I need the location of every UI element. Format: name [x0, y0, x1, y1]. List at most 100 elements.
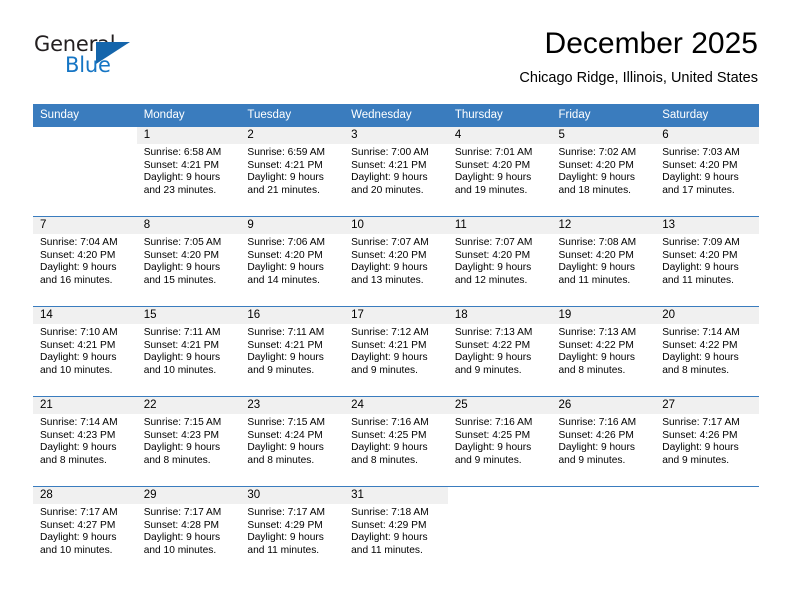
- day-cell-inner: [551, 487, 656, 576]
- calendar-week-row: 21 Sunrise: 7:14 AM Sunset: 4:23 PM Dayligh…: [33, 396, 759, 487]
- calendar-day-cell[interactable]: 13 Sunrise: 7:09 AM Sunset: 4:20 PM Dayligh…: [655, 216, 759, 307]
- daylight-text-line2: and 23 minutes.: [143, 184, 217, 196]
- day-cell-inner: 30 Sunrise: 7:17 AM Sunset: 4:29 PM Dayligh…: [240, 487, 345, 576]
- calendar-day-cell[interactable]: 20 Sunrise: 7:14 AM Sunset: 4:22 PM Dayligh…: [655, 306, 759, 397]
- calendar-day-cell[interactable]: 27 Sunrise: 7:17 AM Sunset: 4:26 PM Dayligh…: [655, 396, 759, 487]
- calendar-day-cell[interactable]: 7 Sunrise: 7:04 AM Sunset: 4:20 PM Daylight…: [33, 216, 137, 307]
- daylight-text-line1: Daylight: 9 hours: [454, 352, 532, 364]
- daylight-text-line2: and 12 minutes.: [454, 274, 528, 286]
- day-details: Sunrise: 7:05 AM Sunset: 4:20 PM Daylight:…: [137, 234, 241, 287]
- day-number: 6: [655, 127, 759, 144]
- daylight-text-line1: Daylight: 9 hours: [40, 352, 117, 364]
- general-blue-logo[interactable]: General Blue: [34, 32, 152, 90]
- calendar-day-cell[interactable]: 5 Sunrise: 7:02 AM Sunset: 4:20 PM Daylight…: [551, 127, 656, 217]
- daylight-text-line2: and 21 minutes.: [247, 184, 320, 196]
- sunrise-text: Sunrise: 7:10 AM: [40, 327, 118, 338]
- sunrise-text: Sunrise: 7:15 AM: [143, 417, 222, 428]
- day-cell-inner: 17 Sunrise: 7:12 AM Sunset: 4:21 PM Dayligh…: [344, 307, 448, 396]
- daylight-text-line2: and 9 minutes.: [662, 454, 730, 466]
- calendar-day-cell[interactable]: 30 Sunrise: 7:17 AM Sunset: 4:29 PM Dayligh…: [240, 486, 345, 576]
- calendar-day-cell[interactable]: 31 Sunrise: 7:18 AM Sunset: 4:29 PM Dayligh…: [344, 486, 448, 576]
- daylight-text-line2: and 9 minutes.: [351, 364, 418, 376]
- calendar-day-cell[interactable]: 16 Sunrise: 7:11 AM Sunset: 4:21 PM Dayligh…: [240, 306, 345, 397]
- calendar-day-cell[interactable]: 3 Sunrise: 7:00 AM Sunset: 4:21 PM Daylight…: [344, 127, 448, 217]
- day-number: 25: [447, 397, 552, 414]
- calendar-day-cell[interactable]: 24 Sunrise: 7:16 AM Sunset: 4:25 PM Dayligh…: [344, 396, 448, 487]
- calendar-head: Sunday Monday Tuesday Wednesday Thursday…: [33, 104, 759, 127]
- daylight-text-line2: and 8 minutes.: [143, 454, 211, 466]
- day-details: Sunrise: 7:17 AM Sunset: 4:27 PM Daylight:…: [33, 504, 137, 557]
- daylight-text-line2: and 14 minutes.: [247, 274, 320, 286]
- calendar-day-cell[interactable]: 18 Sunrise: 7:13 AM Sunset: 4:22 PM Dayligh…: [447, 306, 552, 397]
- daylight-text-line2: and 20 minutes.: [351, 184, 424, 196]
- day-number: 3: [344, 127, 448, 144]
- calendar-day-cell[interactable]: 28 Sunrise: 7:17 AM Sunset: 4:27 PM Dayligh…: [33, 486, 137, 576]
- calendar-day-cell[interactable]: 2 Sunrise: 6:59 AM Sunset: 4:21 PM Daylight…: [240, 127, 345, 217]
- daylight-text-line2: and 11 minutes.: [247, 544, 320, 556]
- calendar-day-cell[interactable]: 10 Sunrise: 7:07 AM Sunset: 4:20 PM Dayligh…: [344, 216, 448, 307]
- calendar-day-cell[interactable]: 6 Sunrise: 7:03 AM Sunset: 4:20 PM Daylight…: [655, 127, 759, 217]
- calendar-day-cell[interactable]: 23 Sunrise: 7:15 AM Sunset: 4:24 PM Dayligh…: [240, 396, 345, 487]
- day-details: Sunrise: 7:04 AM Sunset: 4:20 PM Daylight:…: [33, 234, 137, 287]
- calendar-day-cell[interactable]: 15 Sunrise: 7:11 AM Sunset: 4:21 PM Dayligh…: [136, 306, 241, 397]
- sunset-text: Sunset: 4:20 PM: [143, 249, 220, 261]
- day-cell-inner: 16 Sunrise: 7:11 AM Sunset: 4:21 PM Dayligh…: [240, 307, 345, 396]
- sunrise-text: Sunrise: 7:11 AM: [247, 327, 325, 338]
- day-number: 2: [240, 127, 345, 144]
- sunrise-text: Sunrise: 7:09 AM: [662, 237, 740, 248]
- sunset-text: Sunset: 4:20 PM: [662, 249, 738, 261]
- calendar-day-cell[interactable]: 17 Sunrise: 7:12 AM Sunset: 4:21 PM Dayligh…: [344, 306, 448, 397]
- daylight-text-line1: Daylight: 9 hours: [351, 262, 428, 274]
- calendar-day-cell[interactable]: 8 Sunrise: 7:05 AM Sunset: 4:20 PM Daylight…: [136, 216, 241, 307]
- sunset-text: Sunset: 4:20 PM: [558, 249, 634, 261]
- daylight-text-line2: and 15 minutes.: [143, 274, 217, 286]
- day-cell-inner: 5 Sunrise: 7:02 AM Sunset: 4:20 PM Daylight…: [551, 127, 656, 216]
- day-details: Sunrise: 7:01 AM Sunset: 4:20 PM Daylight:…: [448, 144, 552, 197]
- daylight-text-line1: Daylight: 9 hours: [662, 262, 739, 274]
- daylight-text-line2: and 9 minutes.: [454, 364, 522, 376]
- daylight-text-line2: and 8 minutes.: [662, 364, 730, 376]
- day-cell-inner: [33, 127, 137, 216]
- daylight-text-line2: and 11 minutes.: [662, 274, 734, 286]
- day-number: 26: [551, 397, 656, 414]
- calendar-page: General Blue December 2025 Chicago Ridge…: [0, 0, 792, 612]
- calendar-day-cell[interactable]: 26 Sunrise: 7:16 AM Sunset: 4:26 PM Dayligh…: [551, 396, 656, 487]
- calendar-day-cell[interactable]: 11 Sunrise: 7:07 AM Sunset: 4:20 PM Dayligh…: [447, 216, 552, 307]
- sunset-text: Sunset: 4:21 PM: [40, 339, 116, 351]
- daylight-text-line2: and 19 minutes.: [454, 184, 528, 196]
- calendar-day-cell[interactable]: 19 Sunrise: 7:13 AM Sunset: 4:22 PM Dayligh…: [551, 306, 656, 397]
- sunrise-text: Sunrise: 7:13 AM: [454, 327, 533, 338]
- day-number: 10: [344, 217, 448, 234]
- sunrise-text: Sunrise: 7:08 AM: [558, 237, 637, 248]
- sunset-text: Sunset: 4:21 PM: [143, 159, 220, 171]
- sunset-text: Sunset: 4:20 PM: [662, 159, 738, 171]
- day-number: 1: [136, 127, 241, 144]
- sunset-text: Sunset: 4:20 PM: [558, 159, 634, 171]
- daylight-text-line1: Daylight: 9 hours: [454, 442, 532, 454]
- calendar-day-cell[interactable]: 14 Sunrise: 7:10 AM Sunset: 4:21 PM Dayligh…: [33, 306, 137, 397]
- day-number: 19: [551, 307, 656, 324]
- day-number: [655, 487, 759, 504]
- day-cell-inner: 15 Sunrise: 7:11 AM Sunset: 4:21 PM Dayligh…: [136, 307, 241, 396]
- calendar-day-cell[interactable]: 29 Sunrise: 7:17 AM Sunset: 4:28 PM Dayligh…: [136, 486, 241, 576]
- calendar-day-cell[interactable]: 9 Sunrise: 7:06 AM Sunset: 4:20 PM Daylight…: [240, 216, 345, 307]
- calendar-day-cell-empty: [551, 486, 656, 576]
- day-cell-inner: 26 Sunrise: 7:16 AM Sunset: 4:26 PM Dayligh…: [551, 397, 656, 486]
- calendar-day-cell[interactable]: 22 Sunrise: 7:15 AM Sunset: 4:23 PM Dayligh…: [136, 396, 241, 487]
- day-number: 23: [240, 397, 345, 414]
- calendar-day-cell[interactable]: 1 Sunrise: 6:58 AM Sunset: 4:21 PM Daylight…: [136, 127, 241, 217]
- daylight-text-line1: Daylight: 9 hours: [143, 172, 221, 184]
- calendar-day-cell[interactable]: 25 Sunrise: 7:16 AM Sunset: 4:25 PM Dayligh…: [447, 396, 552, 487]
- day-details: Sunrise: 7:14 AM Sunset: 4:23 PM Daylight:…: [33, 414, 137, 467]
- day-cell-inner: 18 Sunrise: 7:13 AM Sunset: 4:22 PM Dayligh…: [447, 307, 552, 396]
- day-details: Sunrise: 7:00 AM Sunset: 4:21 PM Daylight:…: [344, 144, 448, 197]
- sunrise-text: Sunrise: 7:03 AM: [662, 147, 740, 158]
- calendar-day-cell[interactable]: 21 Sunrise: 7:14 AM Sunset: 4:23 PM Dayligh…: [33, 396, 137, 487]
- calendar-day-cell-empty: [33, 127, 137, 217]
- calendar-day-cell[interactable]: 12 Sunrise: 7:08 AM Sunset: 4:20 PM Dayligh…: [551, 216, 656, 307]
- sunrise-text: Sunrise: 7:06 AM: [247, 237, 325, 248]
- day-number: 27: [655, 397, 759, 414]
- day-number: 22: [136, 397, 241, 414]
- location-subtitle: Chicago Ridge, Illinois, United States: [519, 70, 758, 86]
- calendar-day-cell[interactable]: 4 Sunrise: 7:01 AM Sunset: 4:20 PM Daylight…: [447, 127, 552, 217]
